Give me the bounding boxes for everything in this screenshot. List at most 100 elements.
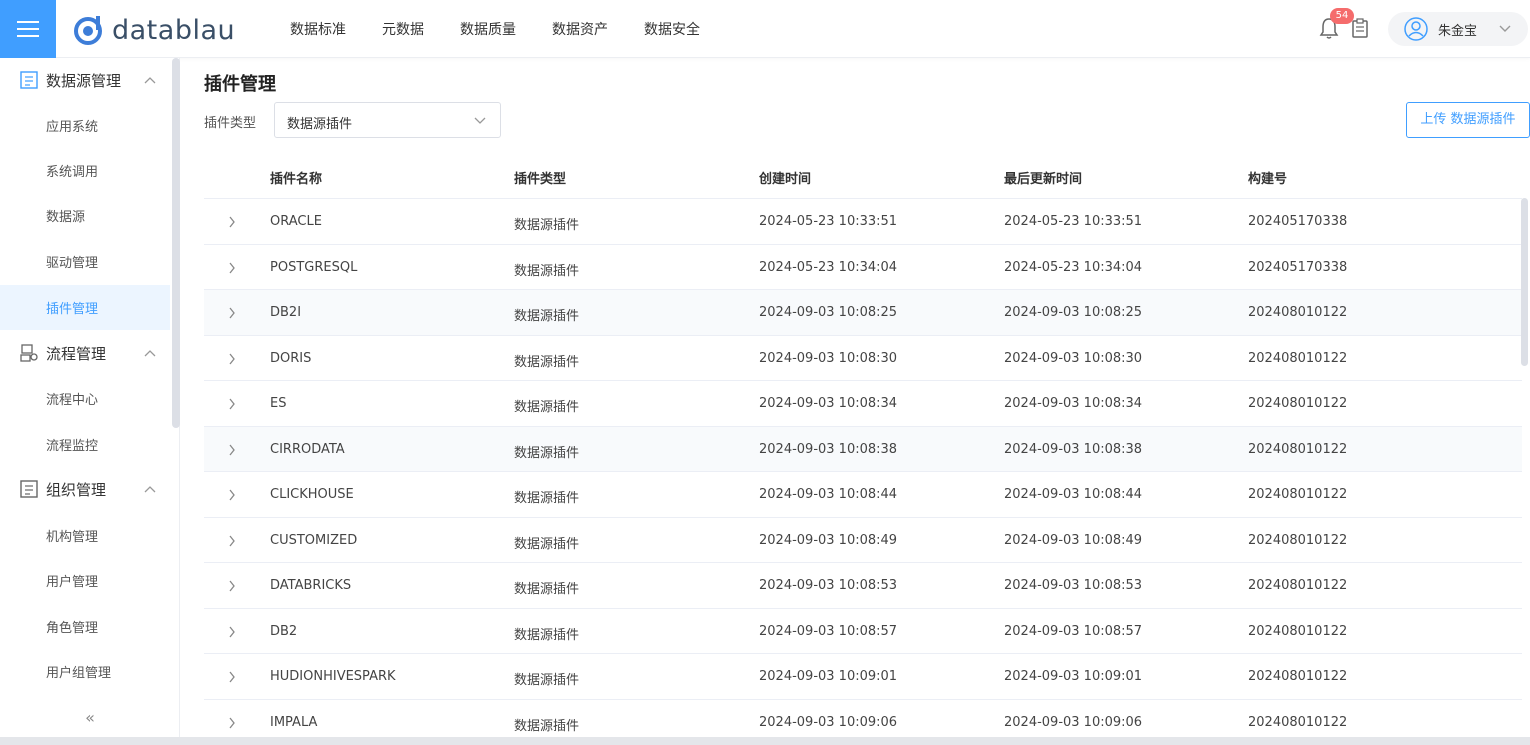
chevron-right-icon[interactable] — [228, 717, 236, 729]
cell-updated-time: 2024-09-03 10:08:57 — [1004, 623, 1143, 639]
cell-plugin-name: IMPALA — [270, 714, 318, 730]
chevron-right-icon[interactable] — [228, 307, 236, 319]
table-row[interactable]: CLICKHOUSE 数据源插件 2024-09-03 10:08:44 2024-0… — [204, 472, 1522, 518]
sidebar-item-label: 应用系统 — [46, 120, 99, 135]
column-header-created-time[interactable]: 创建时间 — [759, 168, 811, 187]
cell-plugin-name: CIRRODATA — [270, 441, 345, 457]
chevron-right-icon[interactable] — [228, 535, 236, 547]
sidebar-item-label: 系统调用 — [46, 165, 99, 180]
sidebar-item-label: 插件管理 — [46, 302, 99, 317]
cell-build-number: 202408010122 — [1248, 487, 1348, 502]
menu-icon — [17, 21, 39, 37]
chevron-right-icon[interactable] — [228, 489, 236, 501]
sidebar-item-label: 数据源 — [46, 210, 86, 225]
nav-data-assets[interactable]: 数据资产 — [552, 19, 608, 39]
workflow-icon — [20, 344, 38, 362]
nav-data-standard[interactable]: 数据标准 — [290, 19, 346, 39]
table-row[interactable]: DORIS 数据源插件 2024-09-03 10:08:30 2024-09-03 … — [204, 336, 1522, 381]
cell-build-number: 202408010122 — [1248, 714, 1348, 730]
sidebar-group-organization-management[interactable]: 组织管理 — [0, 467, 170, 511]
cell-updated-time: 2024-05-23 10:34:04 — [1004, 259, 1143, 275]
cell-plugin-type: 数据源插件 — [514, 218, 580, 233]
datasource-icon — [20, 71, 38, 89]
cell-plugin-name: DATABRICKS — [270, 578, 352, 593]
cell-plugin-type: 数据源插件 — [514, 354, 580, 370]
plugin-type-label: 插件类型 — [204, 116, 257, 131]
cell-plugin-type: 数据源插件 — [514, 309, 580, 324]
table-row[interactable]: DATABRICKS 数据源插件 2024-09-03 10:08:53 2024-0… — [204, 563, 1522, 609]
table-row[interactable]: CUSTOMIZED 数据源插件 2024-09-03 10:08:49 2024-0… — [204, 518, 1522, 563]
sidebar-group-workflow-management[interactable]: 流程管理 — [0, 331, 170, 375]
sidebar-item-datasources[interactable]: 数据源 — [0, 193, 170, 238]
cell-created-time: 2024-09-03 10:08:49 — [759, 532, 898, 548]
sidebar-scrollbar[interactable] — [172, 58, 180, 428]
user-menu[interactable]: 朱金宝 — [1388, 12, 1528, 46]
cell-build-number: 202405170338 — [1248, 214, 1348, 229]
chevron-up-icon — [144, 77, 156, 84]
cell-updated-time: 2024-09-03 10:08:53 — [1004, 578, 1143, 593]
upload-datasource-plugin-button[interactable]: 上传 数据源插件 — [1406, 102, 1530, 138]
collapse-sidebar-button[interactable]: « — [0, 708, 180, 732]
sidebar-item-system-calls[interactable]: 系统调用 — [0, 148, 170, 193]
column-header-updated-time[interactable]: 最后更新时间 — [1004, 168, 1082, 187]
sidebar-item-workflow-center[interactable]: 流程中心 — [0, 376, 170, 421]
sidebar-item-label: 驱动管理 — [46, 256, 99, 271]
hamburger-menu-button[interactable] — [0, 0, 56, 58]
cell-created-time: 2024-09-03 10:09:06 — [759, 714, 898, 730]
chevron-right-icon[interactable] — [228, 580, 236, 592]
sidebar-item-user-groups[interactable]: 用户组管理 — [0, 649, 170, 694]
cell-created-time: 2024-05-23 10:33:51 — [759, 214, 898, 229]
table-row[interactable]: POSTGRESQL 数据源插件 2024-05-23 10:34:04 2024-0… — [204, 245, 1522, 290]
sidebar-item-workflow-monitoring[interactable]: 流程监控 — [0, 422, 170, 467]
nav-metadata[interactable]: 元数据 — [382, 19, 424, 39]
table-row[interactable]: DB2I 数据源插件 2024-09-03 10:08:25 2024-09-03 1… — [204, 290, 1522, 336]
table-row[interactable]: CIRRODATA 数据源插件 2024-09-03 10:08:38 2024-09… — [204, 426, 1522, 472]
chevron-right-icon[interactable] — [228, 216, 236, 228]
column-header-plugin-name[interactable]: 插件名称 — [270, 168, 322, 187]
cell-plugin-type: 数据源插件 — [514, 400, 580, 415]
cell-plugin-type: 数据源插件 — [514, 582, 580, 597]
cell-build-number: 202408010122 — [1248, 350, 1348, 366]
chevron-right-icon[interactable] — [228, 398, 236, 410]
table-row[interactable]: HUDIONHIVESPARK 数据源插件 2024-09-03 10:09:01 2… — [204, 654, 1522, 700]
chevron-right-icon[interactable] — [228, 262, 236, 274]
table-row[interactable]: ES 数据源插件 2024-09-03 10:08:34 2024-09-03 10:… — [204, 381, 1522, 427]
table-row[interactable]: DB2 数据源插件 2024-09-03 10:08:57 2024-09-03 10… — [204, 609, 1522, 654]
table-row[interactable]: ORACLE 数据源插件 2024-05-23 10:33:51 2024-05-23… — [204, 199, 1522, 245]
datablau-logo[interactable]: datablau — [72, 12, 235, 48]
sidebar-item-org-units[interactable]: 机构管理 — [0, 513, 170, 558]
page-title: 插件管理 — [204, 74, 276, 95]
cell-build-number: 202405170338 — [1248, 259, 1348, 275]
chevron-right-icon[interactable] — [228, 444, 236, 456]
cell-build-number: 202408010122 — [1248, 669, 1348, 684]
sidebar-item-label: 流程中心 — [46, 393, 99, 408]
clipboard-icon[interactable] — [1351, 18, 1369, 38]
sidebar-item-users[interactable]: 用户管理 — [0, 558, 170, 603]
cell-updated-time: 2024-09-03 10:08:44 — [1004, 487, 1143, 502]
chevron-right-icon[interactable] — [228, 353, 236, 365]
sidebar-item-application-systems[interactable]: 应用系统 — [0, 103, 170, 148]
organization-icon — [20, 480, 38, 498]
cell-updated-time: 2024-09-03 10:08:34 — [1004, 396, 1143, 411]
sidebar-item-roles[interactable]: 角色管理 — [0, 604, 170, 649]
cell-plugin-name: ORACLE — [270, 214, 322, 229]
chevron-right-icon[interactable] — [228, 626, 236, 638]
cell-created-time: 2024-05-23 10:34:04 — [759, 259, 898, 275]
sidebar-group-datasource-management[interactable]: 数据源管理 — [0, 58, 170, 102]
column-header-plugin-type[interactable]: 插件类型 — [514, 168, 566, 187]
table-scrollbar[interactable] — [1521, 198, 1528, 366]
column-header-build-number[interactable]: 构建号 — [1248, 168, 1287, 187]
cell-plugin-type: 数据源插件 — [514, 263, 580, 279]
nav-data-quality[interactable]: 数据质量 — [460, 19, 516, 39]
horizontal-scrollbar[interactable] — [0, 737, 1530, 745]
sidebar-item-driver-management[interactable]: 驱动管理 — [0, 239, 170, 284]
cell-plugin-name: CUSTOMIZED — [270, 532, 358, 548]
plugin-type-select[interactable]: 数据源插件 — [274, 102, 501, 138]
cell-plugin-name: CLICKHOUSE — [270, 487, 354, 502]
nav-data-security[interactable]: 数据安全 — [644, 19, 700, 39]
cell-plugin-type: 数据源插件 — [514, 491, 580, 506]
plugin-table: 插件名称 插件类型 创建时间 最后更新时间 构建号 ORACLE 数据源插件 202… — [204, 154, 1522, 745]
sidebar-item-plugin-management[interactable]: 插件管理 — [0, 285, 170, 330]
chevron-right-icon[interactable] — [228, 671, 236, 683]
cell-plugin-name: DB2 — [270, 623, 298, 639]
